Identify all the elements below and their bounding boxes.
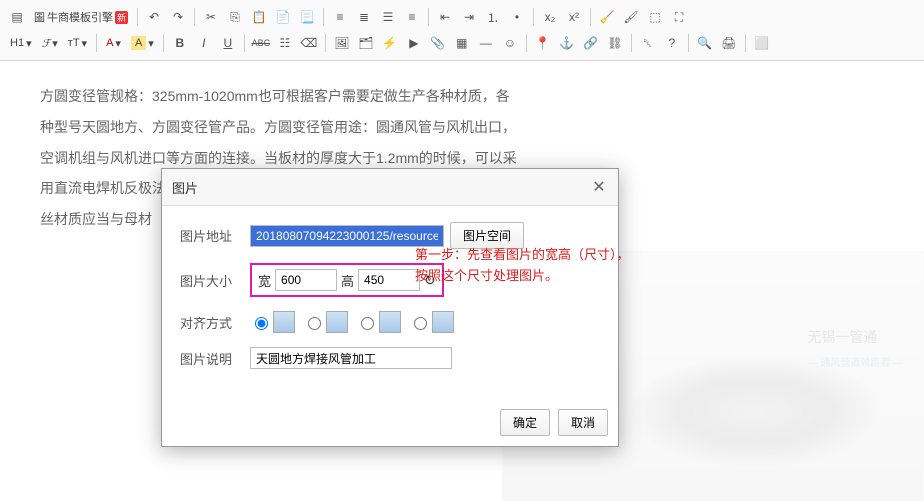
height-label: 高 [341, 271, 354, 290]
desc-label: 图片说明 [180, 349, 250, 368]
image-dialog: 图片 ✕ 图片地址 图片空间 图片大小 宽 高 ↻ 对齐方式 [161, 168, 619, 447]
size-label: 图片大小 [180, 271, 250, 290]
clear-format-icon[interactable]: 🧹 [596, 6, 618, 28]
line-height-icon[interactable]: ☷ [274, 32, 296, 54]
font-color-dropdown[interactable]: A ▾ [102, 37, 125, 50]
bg-color-dropdown[interactable]: A ▾ [127, 36, 158, 50]
image-url-input[interactable] [250, 225, 444, 247]
anchor-icon[interactable]: ⚓ [556, 32, 578, 54]
align-label: 对齐方式 [180, 313, 250, 332]
align-option-left[interactable] [303, 311, 348, 333]
file-icon[interactable]: 📎 [427, 32, 449, 54]
body-text-line: 方圆变径管规格：325mm-1020mm也可根据客户需要定做生产各种材质，各 [40, 81, 884, 112]
pagebreak-icon[interactable]: ␡ [637, 32, 659, 54]
undo-icon[interactable]: ↶ [143, 6, 165, 28]
align-option-default[interactable] [250, 311, 295, 333]
copy-icon[interactable]: ⎘ [224, 6, 246, 28]
align-justify-icon[interactable]: ≡ [401, 6, 423, 28]
bold-icon[interactable]: B [169, 32, 191, 54]
cancel-button[interactable]: 取消 [558, 409, 608, 436]
strikethrough-icon[interactable]: ABC [250, 32, 272, 54]
list-ul-icon[interactable]: • [506, 6, 528, 28]
help-icon[interactable]: ? [661, 32, 683, 54]
align-option-right[interactable] [356, 311, 401, 333]
font-family-dropdown[interactable]: ℱ ▾ [38, 37, 62, 50]
width-input[interactable] [275, 269, 337, 291]
redo-icon[interactable]: ↷ [167, 6, 189, 28]
subscript-icon[interactable]: x₂ [539, 6, 561, 28]
remove-format-icon[interactable]: ⌫ [298, 32, 320, 54]
paste-plain-icon[interactable]: 📄 [272, 6, 294, 28]
tool-code-icon[interactable]: ▤ [6, 6, 28, 28]
cut-icon[interactable]: ✂ [200, 6, 222, 28]
heading-dropdown[interactable]: H1 ▾ [6, 37, 36, 50]
image-desc-input[interactable] [250, 347, 452, 369]
select-all-icon[interactable]: ⬚ [644, 6, 666, 28]
list-ol-icon[interactable]: ⒈ [482, 6, 504, 28]
paste-word-icon[interactable]: 📃 [296, 6, 318, 28]
indent-icon[interactable]: ⇥ [458, 6, 480, 28]
dialog-title: 图片 [172, 178, 198, 197]
height-input[interactable] [358, 269, 420, 291]
emoji-icon[interactable]: ☺ [499, 32, 521, 54]
url-label: 图片地址 [180, 226, 250, 245]
image-icon[interactable]: 🖼 [331, 32, 353, 54]
outdent-icon[interactable]: ⇤ [434, 6, 456, 28]
preview-icon[interactable]: 🔍 [694, 32, 716, 54]
brand-watermark: 无锡一管通— 通风管道领跑者 — [807, 322, 903, 375]
font-size-dropdown[interactable]: ᴛT ▾ [64, 37, 91, 50]
template-engine-button[interactable]: 圖 牛商模板引擎新 [30, 9, 132, 25]
superscript-icon[interactable]: x² [563, 6, 585, 28]
print-icon[interactable]: 🖨 [718, 32, 740, 54]
media-icon[interactable]: ▶ [403, 32, 425, 54]
instruction-annotation: 第一步：先查看图片的宽高（尺寸）， 按照这个尺寸处理图片。 [415, 245, 685, 287]
body-text-line: 种型号天圆地方、方圆变径管产品。方圆变径管用途：圆通风管与风机出口， [40, 112, 884, 143]
align-center-icon[interactable]: ≣ [353, 6, 375, 28]
close-icon[interactable]: ✕ [590, 177, 608, 197]
multi-image-icon[interactable]: 🗂 [355, 32, 377, 54]
link-icon[interactable]: 🔗 [580, 32, 602, 54]
flash-icon[interactable]: ⚡ [379, 32, 401, 54]
table-icon[interactable]: ▦ [451, 32, 473, 54]
unlink-icon[interactable]: ⛓ [604, 32, 626, 54]
paste-icon[interactable]: 📋 [248, 6, 270, 28]
align-option-center[interactable] [409, 311, 454, 333]
underline-icon[interactable]: U [217, 32, 239, 54]
width-label: 宽 [258, 271, 271, 290]
fullscreen-icon[interactable]: ⛶ [668, 6, 690, 28]
align-right-icon[interactable]: ☰ [377, 6, 399, 28]
map-pin-icon[interactable]: 📍 [532, 32, 554, 54]
italic-icon[interactable]: I [193, 32, 215, 54]
format-painter-icon[interactable]: 🖌 [620, 6, 642, 28]
align-left-icon[interactable]: ≡ [329, 6, 351, 28]
editor-toolbar: ▤ 圖 牛商模板引擎新 ↶ ↷ ✂ ⎘ 📋 📄 📃 ≡ ≣ ☰ ≡ ⇤ ⇥ ⒈ … [0, 0, 924, 61]
ok-button[interactable]: 确定 [500, 409, 550, 436]
template-icon[interactable]: ⬜ [751, 32, 773, 54]
hr-icon[interactable]: — [475, 32, 497, 54]
